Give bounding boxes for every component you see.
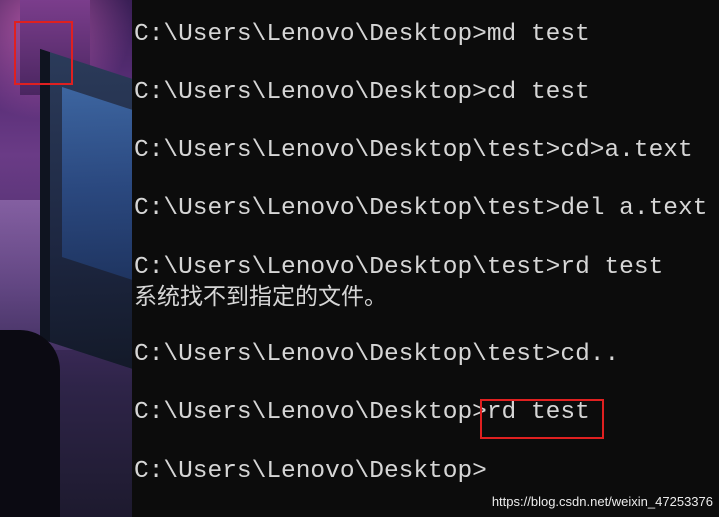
screenshot: C:\Users\Lenovo\Desktop>md test C:\Users… xyxy=(0,0,719,517)
console-line: C:\Users\Lenovo\Desktop>md test xyxy=(134,21,590,48)
annotation-box-rd-test xyxy=(480,399,604,439)
console-error-message: 系统找不到指定的文件。 xyxy=(134,284,387,310)
console-prompt[interactable]: C:\Users\Lenovo\Desktop> xyxy=(134,458,487,486)
console-line: C:\Users\Lenovo\Desktop\test>cd>a.text xyxy=(134,137,693,164)
console-line: C:\Users\Lenovo\Desktop\test>rd test xyxy=(134,254,664,281)
console-line: C:\Users\Lenovo\Desktop\test>del a.text xyxy=(134,195,708,222)
watermark: https://blog.csdn.net/weixin_47253376 xyxy=(491,494,713,509)
annotation-box-wallpaper xyxy=(14,21,73,85)
console-line: C:\Users\Lenovo\Desktop\test>cd.. xyxy=(134,341,620,368)
wallpaper-shadow xyxy=(0,330,60,517)
command-prompt-window[interactable]: C:\Users\Lenovo\Desktop>md test C:\Users… xyxy=(132,0,719,517)
wallpaper-monitor-screen xyxy=(62,87,132,283)
desktop-wallpaper xyxy=(0,0,132,517)
console-line: C:\Users\Lenovo\Desktop>cd test xyxy=(134,79,590,106)
